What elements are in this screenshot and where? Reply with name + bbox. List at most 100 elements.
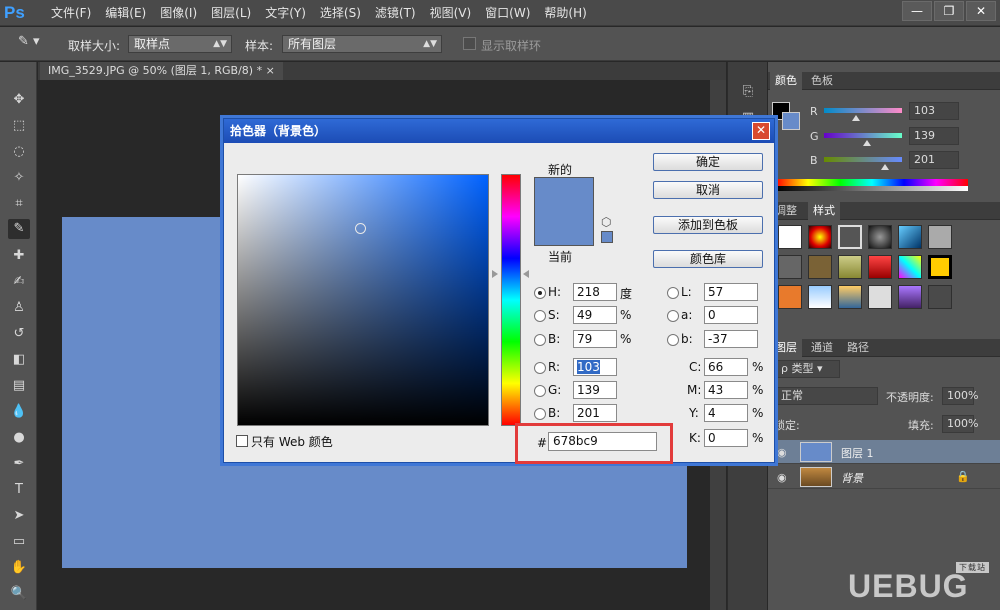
h-field[interactable]: 218 <box>573 283 617 301</box>
style-swatch[interactable] <box>868 225 892 249</box>
eye-icon[interactable]: ◉ <box>777 471 787 484</box>
ok-button[interactable]: 确定 <box>653 153 763 171</box>
eraser-tool-icon[interactable]: ◧ <box>8 350 30 370</box>
k-field[interactable]: 0 <box>704 429 748 447</box>
tab-swatches[interactable]: 色板 <box>806 72 838 90</box>
menu-view[interactable]: 视图(V) <box>423 0 479 26</box>
healing-tool-icon[interactable]: ✚ <box>8 246 30 266</box>
brightness-field[interactable]: 79 <box>573 330 617 348</box>
layer-filter-select[interactable]: ρ 类型 ▾ <box>776 360 840 378</box>
shape-tool-icon[interactable]: ▭ <box>8 532 30 552</box>
g-radio[interactable] <box>534 385 546 397</box>
hue-slider-right-arrow[interactable] <box>523 270 529 278</box>
style-swatch[interactable] <box>778 255 802 279</box>
color-picker-circle[interactable] <box>355 223 366 234</box>
sample-select[interactable]: 所有图层 ▲▼ <box>282 35 442 53</box>
tab-paths[interactable]: 路径 <box>842 339 874 357</box>
menu-file[interactable]: 文件(F) <box>44 0 98 26</box>
marquee-tool-icon[interactable]: ⬚ <box>8 116 30 136</box>
style-swatch[interactable] <box>928 255 952 279</box>
history-brush-icon[interactable]: ↺ <box>8 324 30 344</box>
menu-layer[interactable]: 图层(L) <box>204 0 258 26</box>
close-window-button[interactable]: ✕ <box>966 1 996 21</box>
r-slider-track[interactable] <box>824 108 902 113</box>
style-swatch[interactable] <box>898 255 922 279</box>
fill-field[interactable]: 100% <box>942 415 978 433</box>
color-libraries-button[interactable]: 颜色库 <box>653 250 763 268</box>
blue-radio[interactable] <box>534 408 546 420</box>
quick-select-tool-icon[interactable]: ✧ <box>8 168 30 188</box>
pen-tool-icon[interactable]: ✒ <box>8 454 30 474</box>
lab-b-radio[interactable] <box>667 334 679 346</box>
style-swatch[interactable] <box>838 285 862 309</box>
style-swatch[interactable] <box>778 285 802 309</box>
r-radio[interactable] <box>534 362 546 374</box>
blue-field[interactable]: 201 <box>573 404 617 422</box>
menu-edit[interactable]: 编辑(E) <box>98 0 153 26</box>
brightness-radio[interactable] <box>534 334 546 346</box>
b-value-field[interactable]: 201 <box>909 151 959 169</box>
g-slider-track[interactable] <box>824 133 902 138</box>
menu-filter[interactable]: 滤镜(T) <box>368 0 423 26</box>
b-slider-knob[interactable] <box>881 164 890 170</box>
dodge-tool-icon[interactable]: ● <box>8 428 30 448</box>
color-spectrum-bar[interactable] <box>776 179 968 191</box>
tab-color[interactable]: 颜色 <box>770 72 802 90</box>
g-value-field[interactable]: 139 <box>909 127 959 145</box>
s-field[interactable]: 49 <box>573 306 617 324</box>
add-to-swatches-button[interactable]: 添加到色板 <box>653 216 763 234</box>
path-select-icon[interactable]: ➤ <box>8 506 30 526</box>
blur-tool-icon[interactable]: 💧 <box>8 402 30 422</box>
show-ring-checkbox[interactable] <box>463 37 476 50</box>
a-field[interactable]: 0 <box>704 306 758 324</box>
r-value-field[interactable]: 103 <box>909 102 959 120</box>
brush-tool-icon[interactable]: ✍ <box>8 272 30 292</box>
menu-image[interactable]: 图像(I) <box>153 0 204 26</box>
m-field[interactable]: 43 <box>704 381 748 399</box>
tab-channels[interactable]: 通道 <box>806 339 838 357</box>
style-swatch[interactable] <box>868 285 892 309</box>
l-radio[interactable] <box>667 287 679 299</box>
eyedropper-tool-icon[interactable]: ✎ <box>8 219 30 239</box>
cancel-button[interactable]: 取消 <box>653 181 763 199</box>
b-slider-track[interactable] <box>824 157 902 162</box>
style-swatch-none[interactable] <box>778 225 802 249</box>
style-swatch[interactable] <box>928 225 952 249</box>
blend-mode-select[interactable]: 正常 <box>776 387 878 405</box>
style-swatch[interactable] <box>928 285 952 309</box>
layer-row[interactable]: ◉ 背景 🔒 <box>768 465 1000 489</box>
web-colors-only-checkbox[interactable] <box>236 435 248 447</box>
document-tab[interactable]: IMG_3529.JPG @ 50% (图层 1, RGB/8) * × <box>40 62 283 80</box>
lasso-tool-icon[interactable]: ◌ <box>8 142 30 162</box>
current-color-swatch[interactable] <box>534 213 594 246</box>
hex-field[interactable]: 678bc9 <box>548 432 657 451</box>
a-radio[interactable] <box>667 310 679 322</box>
r-field[interactable]: 103 <box>573 358 617 376</box>
l-field[interactable]: 57 <box>704 283 758 301</box>
style-swatch[interactable] <box>868 255 892 279</box>
g-slider-knob[interactable] <box>862 140 871 146</box>
y-field[interactable]: 4 <box>704 404 748 422</box>
minimize-button[interactable]: — <box>902 1 932 21</box>
restore-button[interactable]: ❐ <box>934 1 964 21</box>
c-field[interactable]: 66 <box>704 358 748 376</box>
eyedropper-preset-icon[interactable]: ✎ ▾ <box>18 34 48 54</box>
style-swatch[interactable] <box>838 225 862 249</box>
tab-styles[interactable]: 样式 <box>808 202 840 220</box>
web-safe-cube-icon[interactable]: ⬡ <box>601 215 611 229</box>
hue-slider-left-arrow[interactable] <box>492 270 498 278</box>
hand-tool-icon[interactable]: ✋ <box>8 558 30 578</box>
menu-window[interactable]: 窗口(W) <box>478 0 537 26</box>
move-tool-icon[interactable]: ✥ <box>8 90 30 110</box>
dialog-close-button[interactable]: ✕ <box>752 122 770 140</box>
eye-icon[interactable]: ◉ <box>777 446 787 459</box>
history-panel-icon[interactable]: ⎘ <box>738 84 758 104</box>
style-swatch[interactable] <box>898 285 922 309</box>
layer-row[interactable]: ◉ 图层 1 <box>768 440 1000 464</box>
style-swatch[interactable] <box>808 255 832 279</box>
style-swatch[interactable] <box>808 225 832 249</box>
type-tool-icon[interactable]: T <box>8 480 30 500</box>
style-swatch[interactable] <box>808 285 832 309</box>
menu-type[interactable]: 文字(Y) <box>258 0 313 26</box>
lab-b-field[interactable]: -37 <box>704 330 758 348</box>
